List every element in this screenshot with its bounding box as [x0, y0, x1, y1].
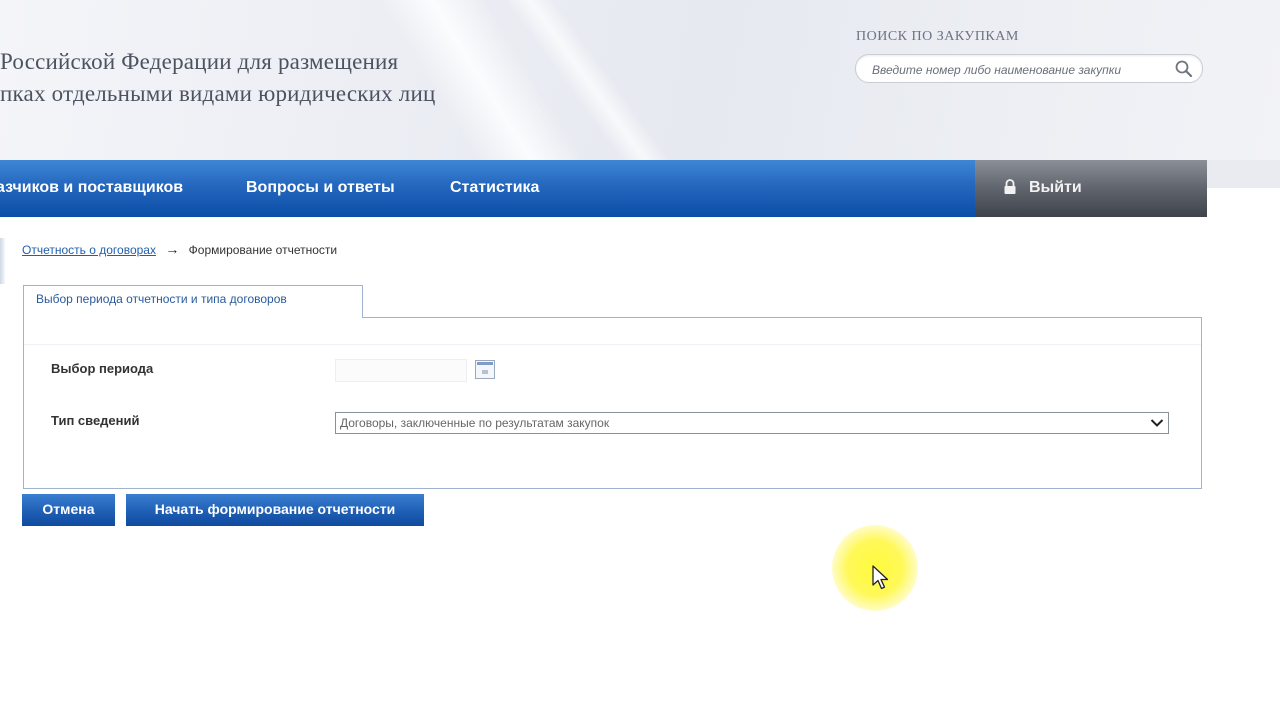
lock-icon [1004, 179, 1016, 194]
cancel-button[interactable]: Отмена [22, 494, 115, 526]
search-label: ПОИСК ПО ЗАКУПКАМ [856, 29, 1019, 44]
calendar-icon[interactable] [475, 360, 495, 379]
site-title-line: пках отдельными видами юридических лиц [0, 81, 436, 106]
nav-item-customers-suppliers[interactable]: азчиков и поставщиков [0, 160, 183, 217]
search-input[interactable] [870, 59, 1174, 80]
site-title-line: Российской Федерации для размещения [0, 49, 399, 74]
breadcrumb: Отчетность о договорах → Формирование от… [22, 241, 337, 257]
chevron-down-icon [1150, 419, 1164, 427]
breadcrumb-separator: → [165, 241, 180, 257]
info-type-selected-value: Договоры, заключенные по результатам зак… [340, 416, 610, 430]
mouse-cursor-icon [872, 565, 889, 590]
nav-item-statistics[interactable]: Статистика [450, 160, 539, 217]
divider [24, 344, 1201, 345]
nav-item-faq[interactable]: Вопросы и ответы [246, 160, 395, 217]
main-nav: азчиков и поставщиков Вопросы и ответы С… [0, 160, 975, 217]
period-label: Выбор периода [51, 361, 154, 376]
info-type-label: Тип сведений [51, 413, 140, 428]
logout-button[interactable]: Выйти [975, 160, 1207, 217]
site-title: Российской Федерации для размещения пках… [0, 46, 435, 110]
breadcrumb-link-contract-reports[interactable]: Отчетность о договорах [22, 243, 156, 257]
logout-label: Выйти [1029, 179, 1082, 196]
search-icon[interactable] [1174, 59, 1194, 79]
period-input[interactable] [335, 359, 467, 382]
breadcrumb-current: Формирование отчетности [188, 243, 338, 257]
header-decoration [1207, 160, 1280, 188]
info-type-select[interactable]: Договоры, заключенные по результатам зак… [335, 412, 1169, 434]
search-box [855, 54, 1203, 83]
report-form-panel: Выбор периода Тип сведений Договоры, зак… [23, 317, 1202, 489]
sidebar-edge [0, 238, 5, 284]
tab-period-and-type[interactable]: Выбор периода отчетности и типа договоро… [23, 285, 363, 318]
start-report-button[interactable]: Начать формирование отчетности [126, 494, 424, 526]
